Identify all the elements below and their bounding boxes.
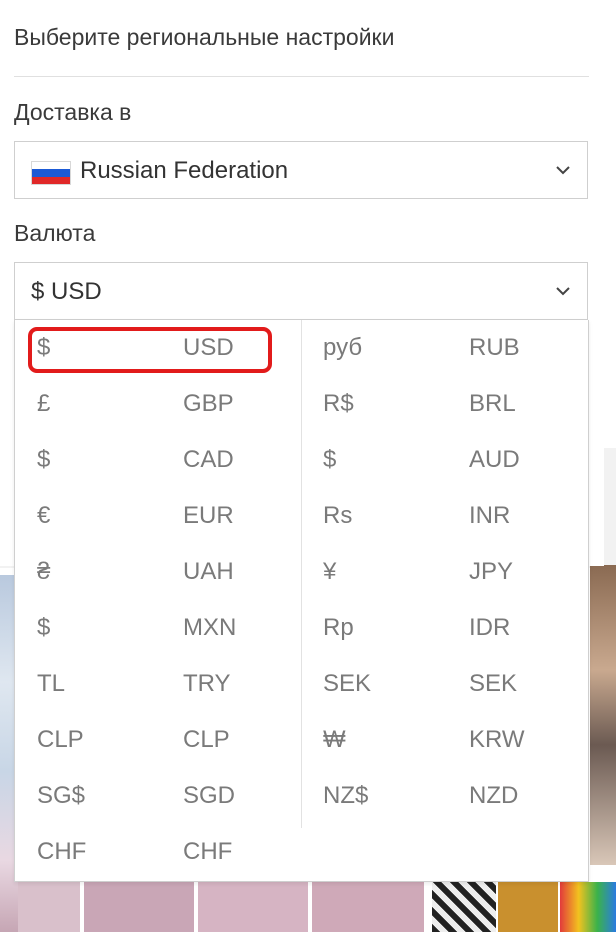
- currency-option-gbp[interactable]: £ GBP: [37, 376, 297, 432]
- product-thumbnail[interactable]: [312, 882, 424, 932]
- currency-code: BRL: [469, 390, 516, 417]
- currency-label: Валюта: [14, 220, 96, 246]
- currency-symbol: ₩: [323, 726, 346, 753]
- currency-option-clp[interactable]: CLP CLP: [37, 712, 297, 768]
- product-thumbnail[interactable]: [498, 882, 558, 932]
- currency-option-brl[interactable]: R$ BRL: [323, 376, 583, 432]
- currency-code: CAD: [183, 446, 234, 473]
- shipping-label: Доставка в: [14, 99, 132, 125]
- currency-symbol: TL: [37, 670, 66, 697]
- currency-code: UAH: [183, 558, 234, 585]
- panel-title: Выберите региональные настройки: [14, 24, 395, 50]
- currency-symbol: CLP: [37, 726, 84, 753]
- currency-option-usd[interactable]: $ USD: [37, 320, 297, 376]
- product-thumbnail[interactable]: [84, 882, 194, 932]
- country-select[interactable]: Russian Federation: [14, 141, 588, 199]
- currency-code: MXN: [183, 614, 237, 641]
- currency-symbol: Rp: [323, 614, 354, 641]
- currency-code: KRW: [469, 726, 525, 753]
- currency-code: EUR: [183, 502, 234, 529]
- chevron-down-icon: [556, 287, 570, 296]
- currency-code: JPY: [469, 558, 514, 585]
- currency-symbol: руб: [323, 334, 363, 361]
- currency-symbol: NZ$: [323, 782, 369, 809]
- chevron-down-icon: [556, 166, 570, 175]
- currency-code: RUB: [469, 334, 520, 361]
- currency-option-inr[interactable]: Rs INR: [323, 488, 583, 544]
- currency-code: CHF: [183, 838, 233, 865]
- currency-code: CLP: [183, 726, 230, 753]
- divider: [14, 76, 589, 77]
- currency-option-sek[interactable]: SEK SEK: [323, 656, 583, 712]
- currency-option-eur[interactable]: € EUR: [37, 488, 297, 544]
- currency-symbol: $: [37, 446, 51, 473]
- currency-option-krw[interactable]: ₩ KRW: [323, 712, 583, 768]
- currency-select[interactable]: $ USD: [14, 262, 588, 320]
- currency-symbol: €: [37, 502, 51, 529]
- currency-symbol: Rs: [323, 502, 353, 529]
- currency-symbol: SEK: [323, 670, 372, 697]
- product-thumbnail[interactable]: [590, 565, 616, 865]
- currency-code: SGD: [183, 782, 236, 809]
- currency-code: TRY: [183, 670, 231, 697]
- product-thumbnail[interactable]: [560, 882, 616, 932]
- currency-option-chf[interactable]: CHF CHF: [37, 824, 297, 880]
- currency-option-cad[interactable]: $ CAD: [37, 432, 297, 488]
- currency-symbol: CHF: [37, 838, 87, 865]
- currency-code: IDR: [469, 614, 511, 641]
- russia-flag-icon: [31, 161, 71, 185]
- currency-symbol: $: [37, 334, 51, 361]
- currency-option-rub[interactable]: руб RUB: [323, 320, 583, 376]
- currency-symbol: ₴: [37, 558, 51, 585]
- currency-symbol: $: [323, 446, 337, 473]
- currency-option-nzd[interactable]: NZ$ NZD: [323, 768, 583, 824]
- currency-symbol: R$: [323, 390, 354, 417]
- currency-option-sgd[interactable]: SG$ SGD: [37, 768, 297, 824]
- currency-option-aud[interactable]: $ AUD: [323, 432, 583, 488]
- currency-option-mxn[interactable]: $ MXN: [37, 600, 297, 656]
- currency-symbol: ¥: [323, 558, 337, 585]
- currency-symbol: £: [37, 390, 51, 417]
- currency-code: SEK: [469, 670, 518, 697]
- currency-symbol: $: [37, 614, 51, 641]
- product-thumbnail[interactable]: [18, 882, 80, 932]
- currency-code: INR: [469, 502, 511, 529]
- currency-dropdown-list: $ USD £ GBP $ CAD € EUR ₴ UAH $ MXN TL TRY CLP CLP SG$ SG…: [14, 320, 589, 882]
- currency-option-jpy[interactable]: ¥ JPY: [323, 544, 583, 600]
- currency-code: USD: [183, 334, 234, 361]
- currency-code: AUD: [469, 446, 520, 473]
- product-thumbnail[interactable]: [432, 882, 496, 932]
- product-thumbnail[interactable]: [198, 882, 308, 932]
- currency-option-uah[interactable]: ₴ UAH: [37, 544, 297, 600]
- column-divider: [301, 320, 302, 828]
- currency-option-try[interactable]: TL TRY: [37, 656, 297, 712]
- currency-symbol: SG$: [37, 782, 86, 809]
- currency-option-idr[interactable]: Rp IDR: [323, 600, 583, 656]
- currency-code: NZD: [469, 782, 519, 809]
- currency-code: GBP: [183, 390, 234, 417]
- country-select-value: Russian Federation: [80, 157, 289, 184]
- currency-select-value: $ USD: [31, 278, 102, 305]
